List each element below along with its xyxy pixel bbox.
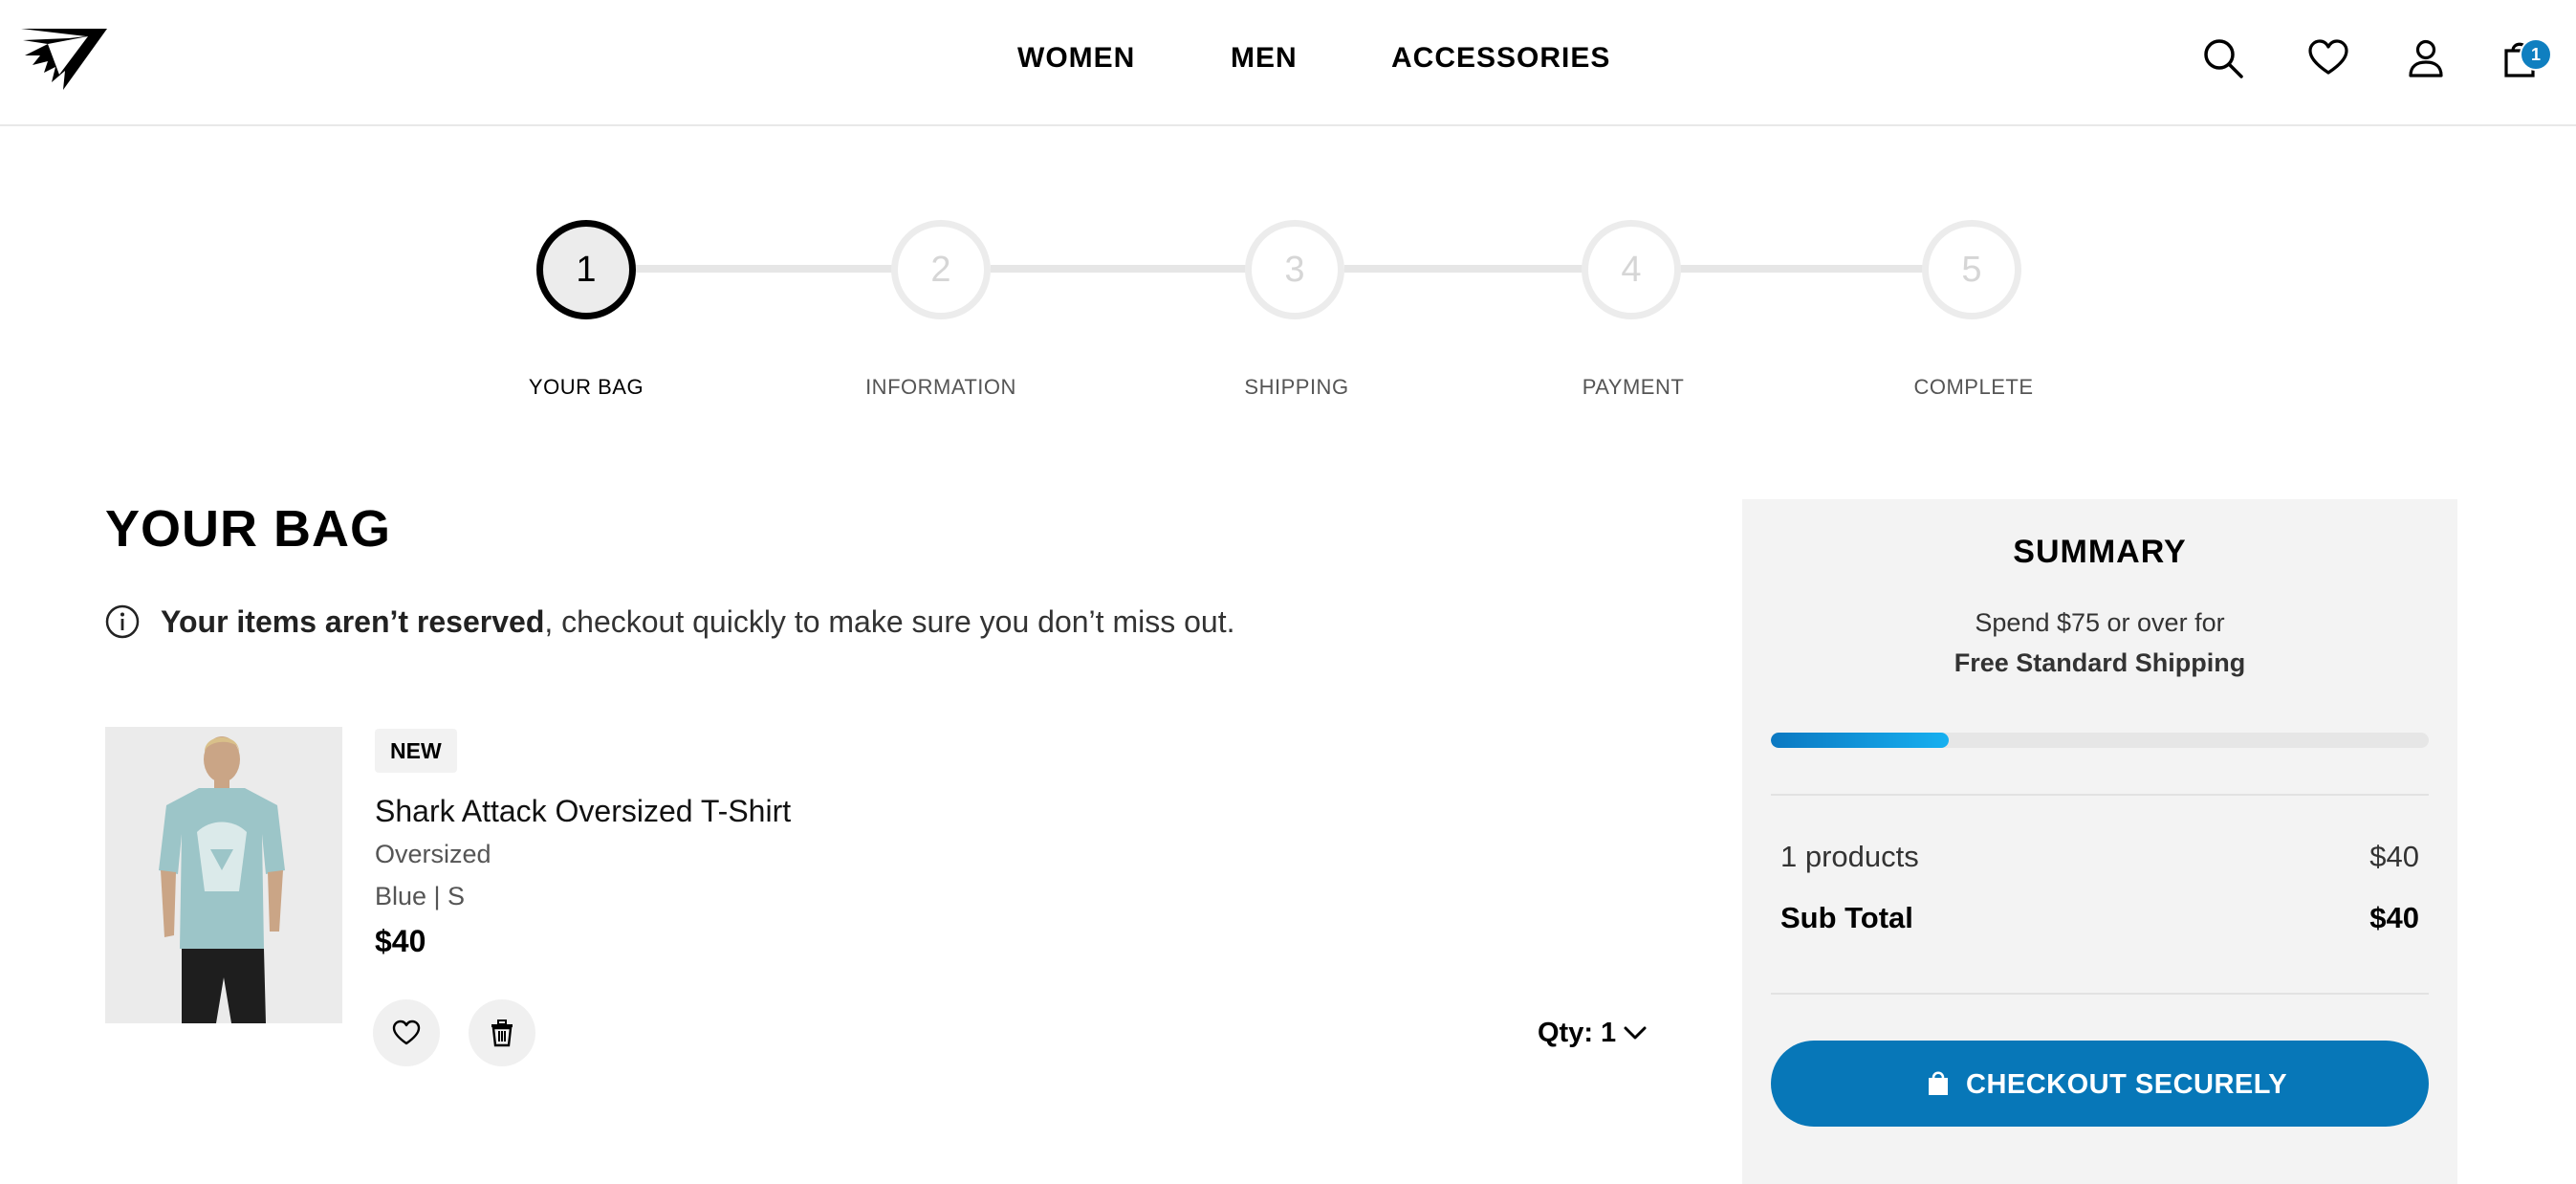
product-price: $40 bbox=[375, 924, 426, 958]
step-2-circle: 2 bbox=[891, 220, 991, 319]
subtotal-value: $40 bbox=[2369, 901, 2419, 934]
bag-icon bbox=[1929, 1071, 1948, 1095]
step-4-circle: 4 bbox=[1582, 220, 1681, 319]
user-icon[interactable] bbox=[2404, 36, 2448, 80]
subtotal-label: Sub Total bbox=[1780, 901, 1913, 934]
notice-rest: , checkout quickly to make sure you don’… bbox=[544, 604, 1235, 639]
notice-bold: Your items aren’t reserved bbox=[161, 604, 545, 639]
trash-icon bbox=[491, 1020, 513, 1047]
remove-item-button[interactable] bbox=[469, 999, 535, 1066]
nav-accessories[interactable]: ACCESSORIES bbox=[1391, 42, 1610, 75]
step-3-label: SHIPPING bbox=[1244, 375, 1349, 399]
summary-title: SUMMARY bbox=[2013, 534, 2187, 570]
product-photo bbox=[105, 727, 342, 1023]
products-count-label: 1 products bbox=[1780, 840, 1919, 873]
step-3-circle: 3 bbox=[1245, 220, 1344, 319]
notice-text: Your items aren’t reserved, checkout qui… bbox=[161, 604, 1234, 640]
step-1-label: YOUR BAG bbox=[528, 375, 644, 399]
shipping-progress-bar bbox=[1771, 733, 2429, 748]
step-5-label: COMPLETE bbox=[1913, 375, 2034, 399]
shipping-progress-fill bbox=[1771, 733, 1949, 748]
heart-icon bbox=[392, 1020, 421, 1045]
search-icon[interactable] bbox=[2201, 36, 2245, 80]
product-fit: Oversized bbox=[375, 840, 491, 868]
heart-icon[interactable] bbox=[2306, 36, 2350, 80]
step-1-circle: 1 bbox=[536, 220, 636, 319]
step-connector bbox=[636, 265, 899, 273]
info-icon bbox=[105, 604, 140, 639]
cart-count-badge: 1 bbox=[2520, 38, 2552, 71]
page-title: YOUR BAG bbox=[105, 500, 392, 558]
step-4-label: PAYMENT bbox=[1582, 375, 1685, 399]
chevron-down-icon bbox=[1624, 1026, 1647, 1040]
divider bbox=[1771, 794, 2429, 796]
new-badge: NEW bbox=[375, 729, 457, 773]
checkout-label: CHECKOUT SECURELY bbox=[1966, 1069, 2288, 1100]
step-connector bbox=[1677, 265, 1924, 273]
qty-label: Qty: 1 bbox=[1538, 1018, 1617, 1048]
step-5-circle: 5 bbox=[1922, 220, 2021, 319]
product-variant: Blue | S bbox=[375, 882, 466, 910]
step-2-label: INFORMATION bbox=[865, 375, 1016, 399]
main-nav: WOMEN MEN ACCESSORIES bbox=[0, 0, 2576, 124]
divider bbox=[1771, 993, 2429, 995]
site-header: WOMEN MEN ACCESSORIES 1 bbox=[0, 0, 2576, 126]
free-shipping-text: Free Standard Shipping bbox=[1954, 648, 2246, 677]
product-name[interactable]: Shark Attack Oversized T-Shirt bbox=[375, 794, 791, 829]
checkout-button[interactable]: CHECKOUT SECURELY bbox=[1771, 1041, 2429, 1127]
shipping-threshold-text: Spend $75 or over for bbox=[1975, 608, 2225, 637]
step-connector bbox=[1344, 265, 1585, 273]
quantity-select[interactable]: Qty: 1 bbox=[1538, 1018, 1647, 1049]
wishlist-button[interactable] bbox=[373, 999, 440, 1066]
order-summary: SUMMARY Spend $75 or over for Free Stand… bbox=[1742, 499, 2457, 1184]
step-connector bbox=[991, 265, 1253, 273]
nav-women[interactable]: WOMEN bbox=[1017, 42, 1135, 75]
product-image[interactable] bbox=[105, 727, 342, 1023]
products-value: $40 bbox=[2369, 840, 2419, 873]
nav-men[interactable]: MEN bbox=[1231, 42, 1298, 75]
